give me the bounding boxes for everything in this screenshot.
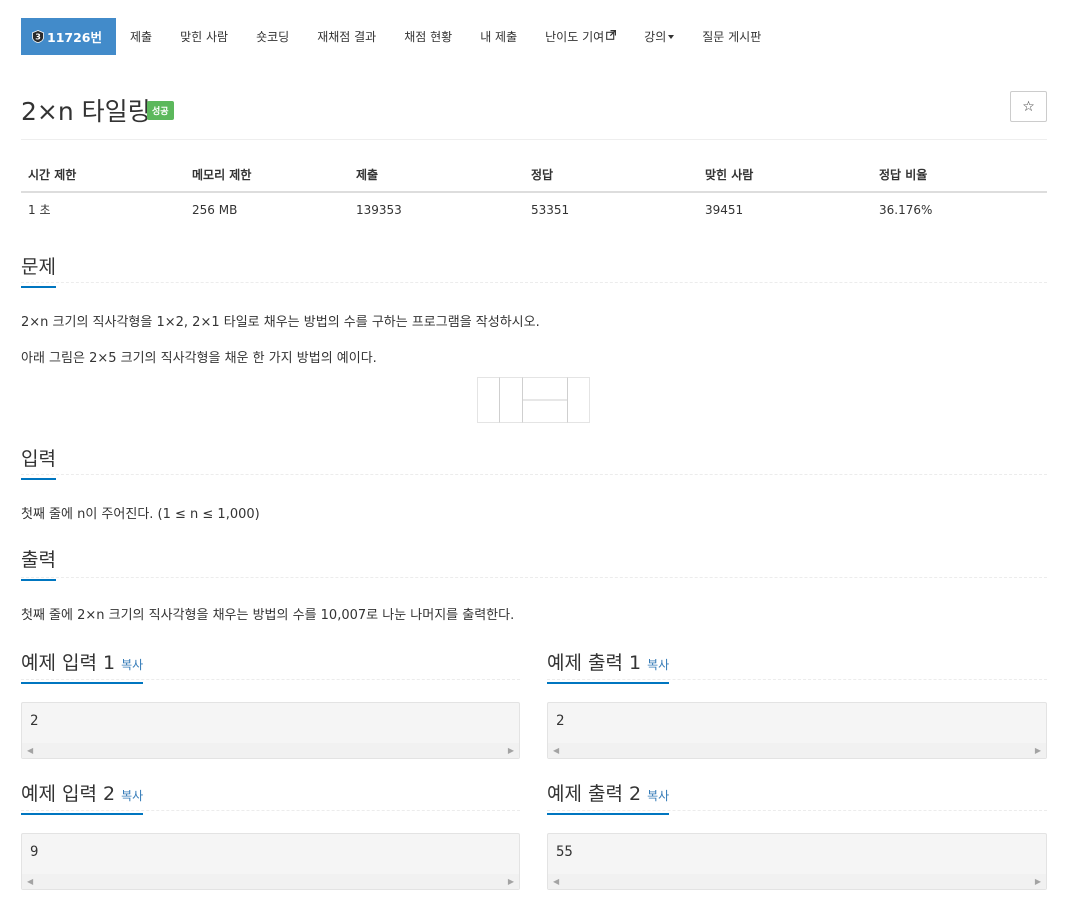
sample-input-2-box[interactable]: 9 ◀ ▶ — [21, 833, 520, 890]
section-divider — [547, 679, 1047, 680]
output-section-heading: 출력 — [21, 545, 1047, 581]
problem-title: 2×n 타일링 — [21, 97, 151, 126]
input-description: 첫째 줄에 n이 주어진다. (1 ≤ n ≤ 1,000) — [21, 507, 260, 522]
stats-header: 맞힌 사람 — [698, 158, 872, 193]
scroll-right-arrow-icon[interactable]: ▶ — [508, 746, 514, 755]
scroll-left-arrow-icon[interactable]: ◀ — [553, 877, 559, 886]
tab-label: 재채점 결과 — [317, 30, 377, 44]
horizontal-scrollbar[interactable]: ◀ ▶ — [22, 743, 519, 758]
tiling-example-image — [477, 377, 590, 423]
stats-header: 정답 — [524, 158, 698, 193]
tab-lectures[interactable]: 강의 — [630, 18, 688, 55]
tab-my-submissions[interactable]: 내 제출 — [466, 18, 531, 55]
sample-output-1-title: 예제 출력 1 — [547, 652, 642, 674]
tab-solved-users[interactable]: 맞힌 사람 — [166, 18, 242, 55]
tab-label: 강의 — [644, 30, 667, 44]
svg-text:3: 3 — [35, 33, 41, 42]
sample-output-2-value: 55 — [556, 844, 573, 860]
caret-down-icon — [668, 34, 675, 39]
sample-output-1-heading: 예제 출력 1 복사 — [547, 648, 1047, 684]
copy-sample-output-1-link[interactable]: 복사 — [647, 658, 669, 672]
copy-sample-output-2-link[interactable]: 복사 — [647, 789, 669, 803]
tab-submit[interactable]: 제출 — [116, 18, 166, 55]
tab-difficulty-contribution[interactable]: 난이도 기여 — [531, 18, 630, 55]
stats-value: 36.176% — [879, 202, 933, 217]
tab-label: 맞힌 사람 — [180, 30, 229, 44]
tab-label: 내 제출 — [480, 30, 518, 44]
section-divider — [547, 810, 1047, 811]
horizontal-scrollbar[interactable]: ◀ ▶ — [548, 874, 1046, 889]
sample-input-1-title: 예제 입력 1 — [21, 652, 116, 674]
stats-value: 139353 — [356, 202, 402, 217]
tab-status[interactable]: 채점 현황 — [390, 18, 466, 55]
stats-header: 시간 제한 — [21, 158, 185, 193]
section-divider — [21, 577, 1047, 578]
section-title: 출력 — [21, 545, 56, 581]
tab-rejudge[interactable]: 재채점 결과 — [303, 18, 390, 55]
sample-output-2-box[interactable]: 55 ◀ ▶ — [547, 833, 1047, 890]
section-divider — [21, 810, 520, 811]
stats-header-row: 시간 제한 메모리 제한 제출 정답 맞힌 사람 정답 비율 — [21, 158, 1047, 193]
tab-qna-board[interactable]: 질문 게시판 — [688, 18, 775, 55]
sample-input-2-value: 9 — [30, 844, 39, 860]
stats-header: 제출 — [349, 158, 524, 193]
problem-description: 2×n 크기의 직사각형을 1×2, 2×1 타일로 채우는 방법의 수를 구하… — [21, 315, 540, 330]
copy-sample-input-1-link[interactable]: 복사 — [121, 658, 143, 672]
sample-input-1-box[interactable]: 2 ◀ ▶ — [21, 702, 520, 759]
output-description: 첫째 줄에 2×n 크기의 직사각형을 채우는 방법의 수를 10,007로 나… — [21, 608, 515, 623]
sample-input-1-heading: 예제 입력 1 복사 — [21, 648, 520, 684]
tab-short-coding[interactable]: 숏코딩 — [242, 18, 303, 55]
sample-output-2-title: 예제 출력 2 — [547, 783, 642, 805]
scroll-right-arrow-icon[interactable]: ▶ — [1035, 746, 1041, 755]
favorite-button[interactable]: ☆ — [1010, 91, 1047, 122]
copy-sample-input-2-link[interactable]: 복사 — [121, 789, 143, 803]
sample-input-2-title: 예제 입력 2 — [21, 783, 116, 805]
sample-output-1-value: 2 — [556, 713, 565, 729]
stats-value: 53351 — [531, 202, 570, 217]
scroll-left-arrow-icon[interactable]: ◀ — [27, 877, 33, 886]
input-section-heading: 입력 — [21, 444, 1047, 480]
tab-label: 채점 현황 — [404, 30, 453, 44]
stats-header: 메모리 제한 — [185, 158, 349, 193]
sample-output-2-heading: 예제 출력 2 복사 — [547, 779, 1047, 815]
title-divider — [21, 139, 1047, 140]
tab-problem[interactable]: 3 11726번 — [21, 18, 116, 55]
sample-input-1-value: 2 — [30, 713, 39, 729]
tab-label: 난이도 기여 — [545, 30, 605, 44]
stats-value: 256 MB — [192, 202, 238, 217]
horizontal-scrollbar[interactable]: ◀ ▶ — [548, 743, 1046, 758]
problem-section-heading: 문제 — [21, 252, 1047, 288]
stats-value: 1 초 — [28, 203, 51, 217]
stats-value: 39451 — [705, 202, 744, 217]
section-divider — [21, 474, 1047, 475]
scroll-left-arrow-icon[interactable]: ◀ — [553, 746, 559, 755]
stats-value-row: 1 초 256 MB 139353 53351 39451 36.176% — [21, 192, 1047, 226]
tab-label: 제출 — [130, 30, 153, 44]
problem-stats-table: 시간 제한 메모리 제한 제출 정답 맞힌 사람 정답 비율 1 초 256 M… — [21, 158, 1047, 226]
tab-label: 질문 게시판 — [702, 30, 762, 44]
tier-badge-icon: 3 — [32, 30, 44, 43]
section-divider — [21, 282, 1047, 283]
stats-header: 정답 비율 — [872, 158, 1047, 193]
status-badge: 성공 — [147, 101, 174, 120]
problem-nav: 3 11726번 제출 맞힌 사람 숏코딩 재채점 결과 채점 현황 내 제출 … — [21, 18, 775, 55]
problem-description-example: 아래 그림은 2×5 크기의 직사각형을 채운 한 가지 방법의 예이다. — [21, 351, 377, 366]
star-icon: ☆ — [1022, 98, 1035, 115]
scroll-right-arrow-icon[interactable]: ▶ — [1035, 877, 1041, 886]
sample-output-1-box[interactable]: 2 ◀ ▶ — [547, 702, 1047, 759]
tab-label: 숏코딩 — [256, 30, 290, 44]
external-link-icon — [606, 30, 617, 43]
horizontal-scrollbar[interactable]: ◀ ▶ — [22, 874, 519, 889]
scroll-right-arrow-icon[interactable]: ▶ — [508, 877, 514, 886]
sample-input-2-heading: 예제 입력 2 복사 — [21, 779, 520, 815]
tab-problem-label: 11726번 — [47, 30, 102, 45]
problem-title-row: 2×n 타일링 성공 ☆ — [21, 88, 1047, 128]
scroll-left-arrow-icon[interactable]: ◀ — [27, 746, 33, 755]
section-divider — [21, 679, 520, 680]
